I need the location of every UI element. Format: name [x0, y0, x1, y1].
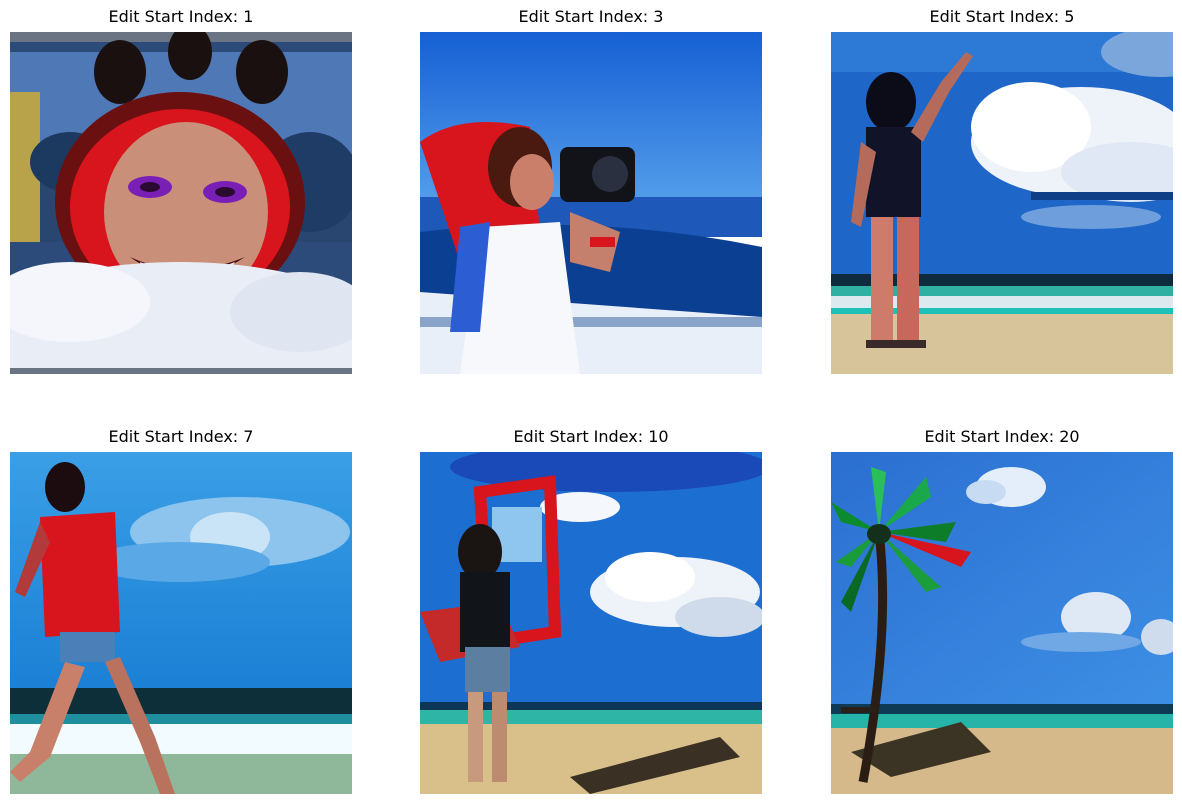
panel-title: Edit Start Index: 3: [518, 7, 664, 26]
panel-image-woman-camera: [420, 32, 762, 374]
panel-title: Edit Start Index: 20: [924, 427, 1080, 446]
panel-title: Edit Start Index: 5: [929, 7, 1075, 26]
panel-title: Edit Start Index: 7: [108, 427, 254, 446]
panel-image-palm-tree: [831, 452, 1173, 794]
panel-title: Edit Start Index: 1: [108, 7, 254, 26]
panel-image-woman-running: [10, 452, 352, 794]
panel-title: Edit Start Index: 10: [513, 427, 669, 446]
panel-image-smiling-woman: [10, 32, 352, 374]
panel-image-woman-holding-frame: [420, 452, 762, 794]
panel-image-woman-waving: [831, 32, 1173, 374]
